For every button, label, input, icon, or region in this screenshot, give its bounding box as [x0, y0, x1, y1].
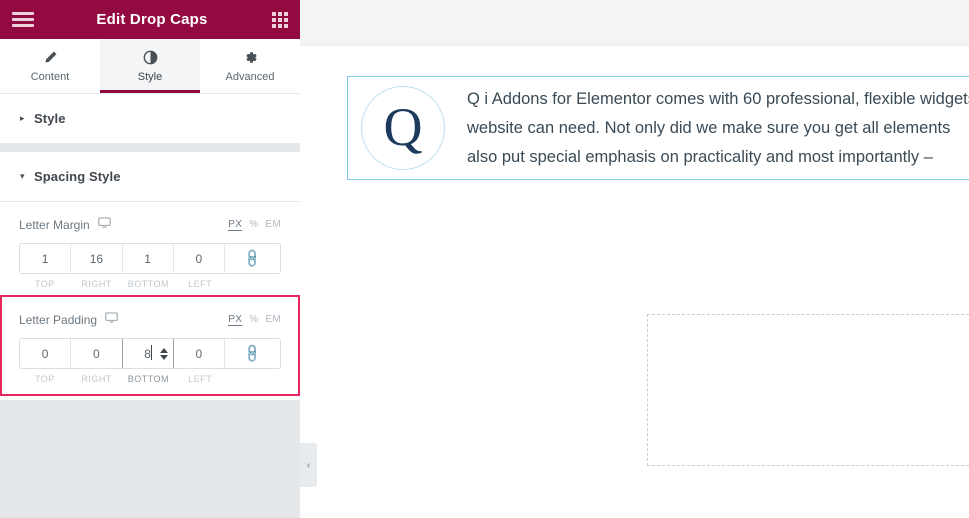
label-spacer	[226, 279, 281, 289]
label-bottom: BOTTOM	[127, 374, 170, 384]
section-style[interactable]: ▸ Style	[0, 94, 300, 144]
link-chain-icon: 🔗	[241, 342, 264, 365]
section-spacing-style-title: Spacing Style	[34, 169, 121, 184]
letter-margin-right-cell[interactable]	[71, 244, 123, 273]
tab-advanced[interactable]: Advanced	[200, 39, 300, 93]
hamburger-line	[12, 24, 34, 27]
control-letter-margin: Letter Margin PX % EM 1 16 1 0 🔗 TOP RIG…	[0, 202, 300, 295]
tab-content-label: Content	[30, 70, 70, 83]
letter-padding-left-input[interactable]	[173, 346, 224, 361]
panel-tabs: Content Style Advanced	[0, 39, 300, 94]
letter-margin-side-labels: TOP RIGHT BOTTOM LEFT	[19, 279, 281, 289]
dropcap-paragraph: Q i Addons for Elementor comes with 60 p…	[445, 85, 969, 172]
unit-px[interactable]: PX	[228, 314, 243, 326]
paragraph-line: also put special emphasis on practicalit…	[467, 147, 933, 166]
letter-margin-bottom-cell[interactable]	[122, 244, 174, 273]
panel-collapse-handle[interactable]: ‹	[300, 443, 317, 487]
contrast-circle-icon	[143, 50, 158, 65]
chevron-down-icon: ▾	[20, 171, 25, 181]
chevron-right-icon: ▸	[20, 113, 25, 123]
letter-padding-side-labels: TOP RIGHT BOTTOM LEFT	[19, 374, 281, 384]
label-left: LEFT	[188, 279, 213, 289]
page-title: Edit Drop Caps	[96, 11, 208, 28]
hamburger-line	[12, 18, 34, 21]
label-right: RIGHT	[81, 279, 112, 289]
letter-padding-link-values-button[interactable]: 🔗	[225, 339, 280, 368]
desktop-icon[interactable]	[105, 311, 118, 328]
letter-padding-label: Letter Padding	[19, 312, 98, 327]
letter-margin-top-cell[interactable]	[20, 244, 72, 273]
label-spacer	[226, 374, 281, 384]
label-top: TOP	[34, 374, 55, 384]
number-stepper[interactable]	[159, 347, 168, 360]
letter-padding-right-cell[interactable]	[71, 339, 123, 368]
paragraph-line: Q i Addons for Elementor comes with 60 p…	[467, 89, 969, 108]
unit-percent[interactable]: %	[249, 314, 258, 325]
unit-em[interactable]: EM	[265, 219, 281, 230]
letter-margin-bottom-input[interactable]	[122, 251, 173, 266]
tab-content[interactable]: Content	[0, 39, 100, 93]
drop-caps-widget[interactable]: Q Q i Addons for Elementor comes with 60…	[347, 76, 969, 180]
editor-panel: Edit Drop Caps Content Style Advanced ▸ …	[0, 0, 300, 518]
label-bottom: BOTTOM	[127, 279, 170, 289]
desktop-icon[interactable]	[97, 216, 111, 233]
tab-style[interactable]: Style	[100, 39, 200, 93]
letter-margin-link-values-button[interactable]: 🔗	[225, 244, 280, 273]
dropcap-letter: Q	[383, 97, 423, 157]
widget-dropzone[interactable]: + Drag widget here	[647, 314, 969, 466]
letter-padding-top-input[interactable]	[20, 346, 71, 361]
stepper-down-icon[interactable]	[159, 354, 168, 360]
elementor-editor: Edit Drop Caps Content Style Advanced ▸ …	[0, 0, 969, 518]
paragraph-line: website can need. Not only did we make s…	[467, 118, 951, 137]
section-spacing-style[interactable]: ▾ Spacing Style	[0, 152, 300, 202]
letter-margin-left-input[interactable]	[173, 251, 224, 266]
pencil-icon	[43, 50, 58, 65]
unit-px[interactable]: PX	[228, 219, 243, 231]
letter-padding-right-input[interactable]	[71, 346, 122, 361]
stepper-up-icon[interactable]	[159, 347, 168, 353]
section-divider	[0, 144, 300, 152]
chevron-left-icon: ‹	[306, 459, 311, 471]
control-letter-padding: Letter Padding PX % EM 0 0 8 0 🔗 TOP RIG…	[0, 295, 300, 396]
hamburger-line	[12, 12, 34, 15]
spacing-style-controls: Letter Margin PX % EM 1 16 1 0 🔗 TOP RIG…	[0, 202, 300, 400]
letter-padding-inputs: 🔗	[19, 338, 281, 369]
control-header: Letter Margin PX % EM	[19, 216, 281, 233]
dropcap-circle: Q	[361, 86, 445, 170]
letter-margin-right-input[interactable]	[71, 251, 122, 266]
tab-advanced-label: Advanced	[225, 70, 275, 83]
widgets-grid-icon[interactable]	[270, 11, 288, 29]
unit-percent[interactable]: %	[249, 219, 258, 230]
label-top: TOP	[34, 279, 55, 289]
letter-padding-bottom-cell[interactable]	[121, 339, 174, 368]
control-header: Letter Padding PX % EM	[19, 311, 281, 328]
letter-margin-inputs: 🔗	[19, 243, 281, 274]
panel-header: Edit Drop Caps	[0, 0, 300, 39]
label-left: LEFT	[188, 374, 213, 384]
text-cursor	[150, 345, 152, 360]
unit-switcher: PX % EM	[228, 219, 281, 231]
gear-icon	[243, 50, 258, 65]
letter-margin-label: Letter Margin	[19, 217, 90, 232]
letter-padding-top-cell[interactable]	[20, 339, 72, 368]
unit-switcher: PX % EM	[228, 314, 281, 326]
canvas-topbar	[300, 0, 969, 46]
letter-margin-left-cell[interactable]	[173, 244, 225, 273]
tab-style-label: Style	[137, 70, 163, 83]
label-right: RIGHT	[81, 374, 112, 384]
unit-em[interactable]: EM	[265, 314, 281, 325]
letter-padding-left-cell[interactable]	[173, 339, 225, 368]
letter-margin-top-input[interactable]	[20, 251, 71, 266]
hamburger-menu-icon[interactable]	[12, 11, 34, 29]
link-chain-icon: 🔗	[241, 247, 264, 270]
section-style-title: Style	[34, 111, 66, 126]
preview-canvas: Q Q i Addons for Elementor comes with 60…	[300, 0, 969, 518]
